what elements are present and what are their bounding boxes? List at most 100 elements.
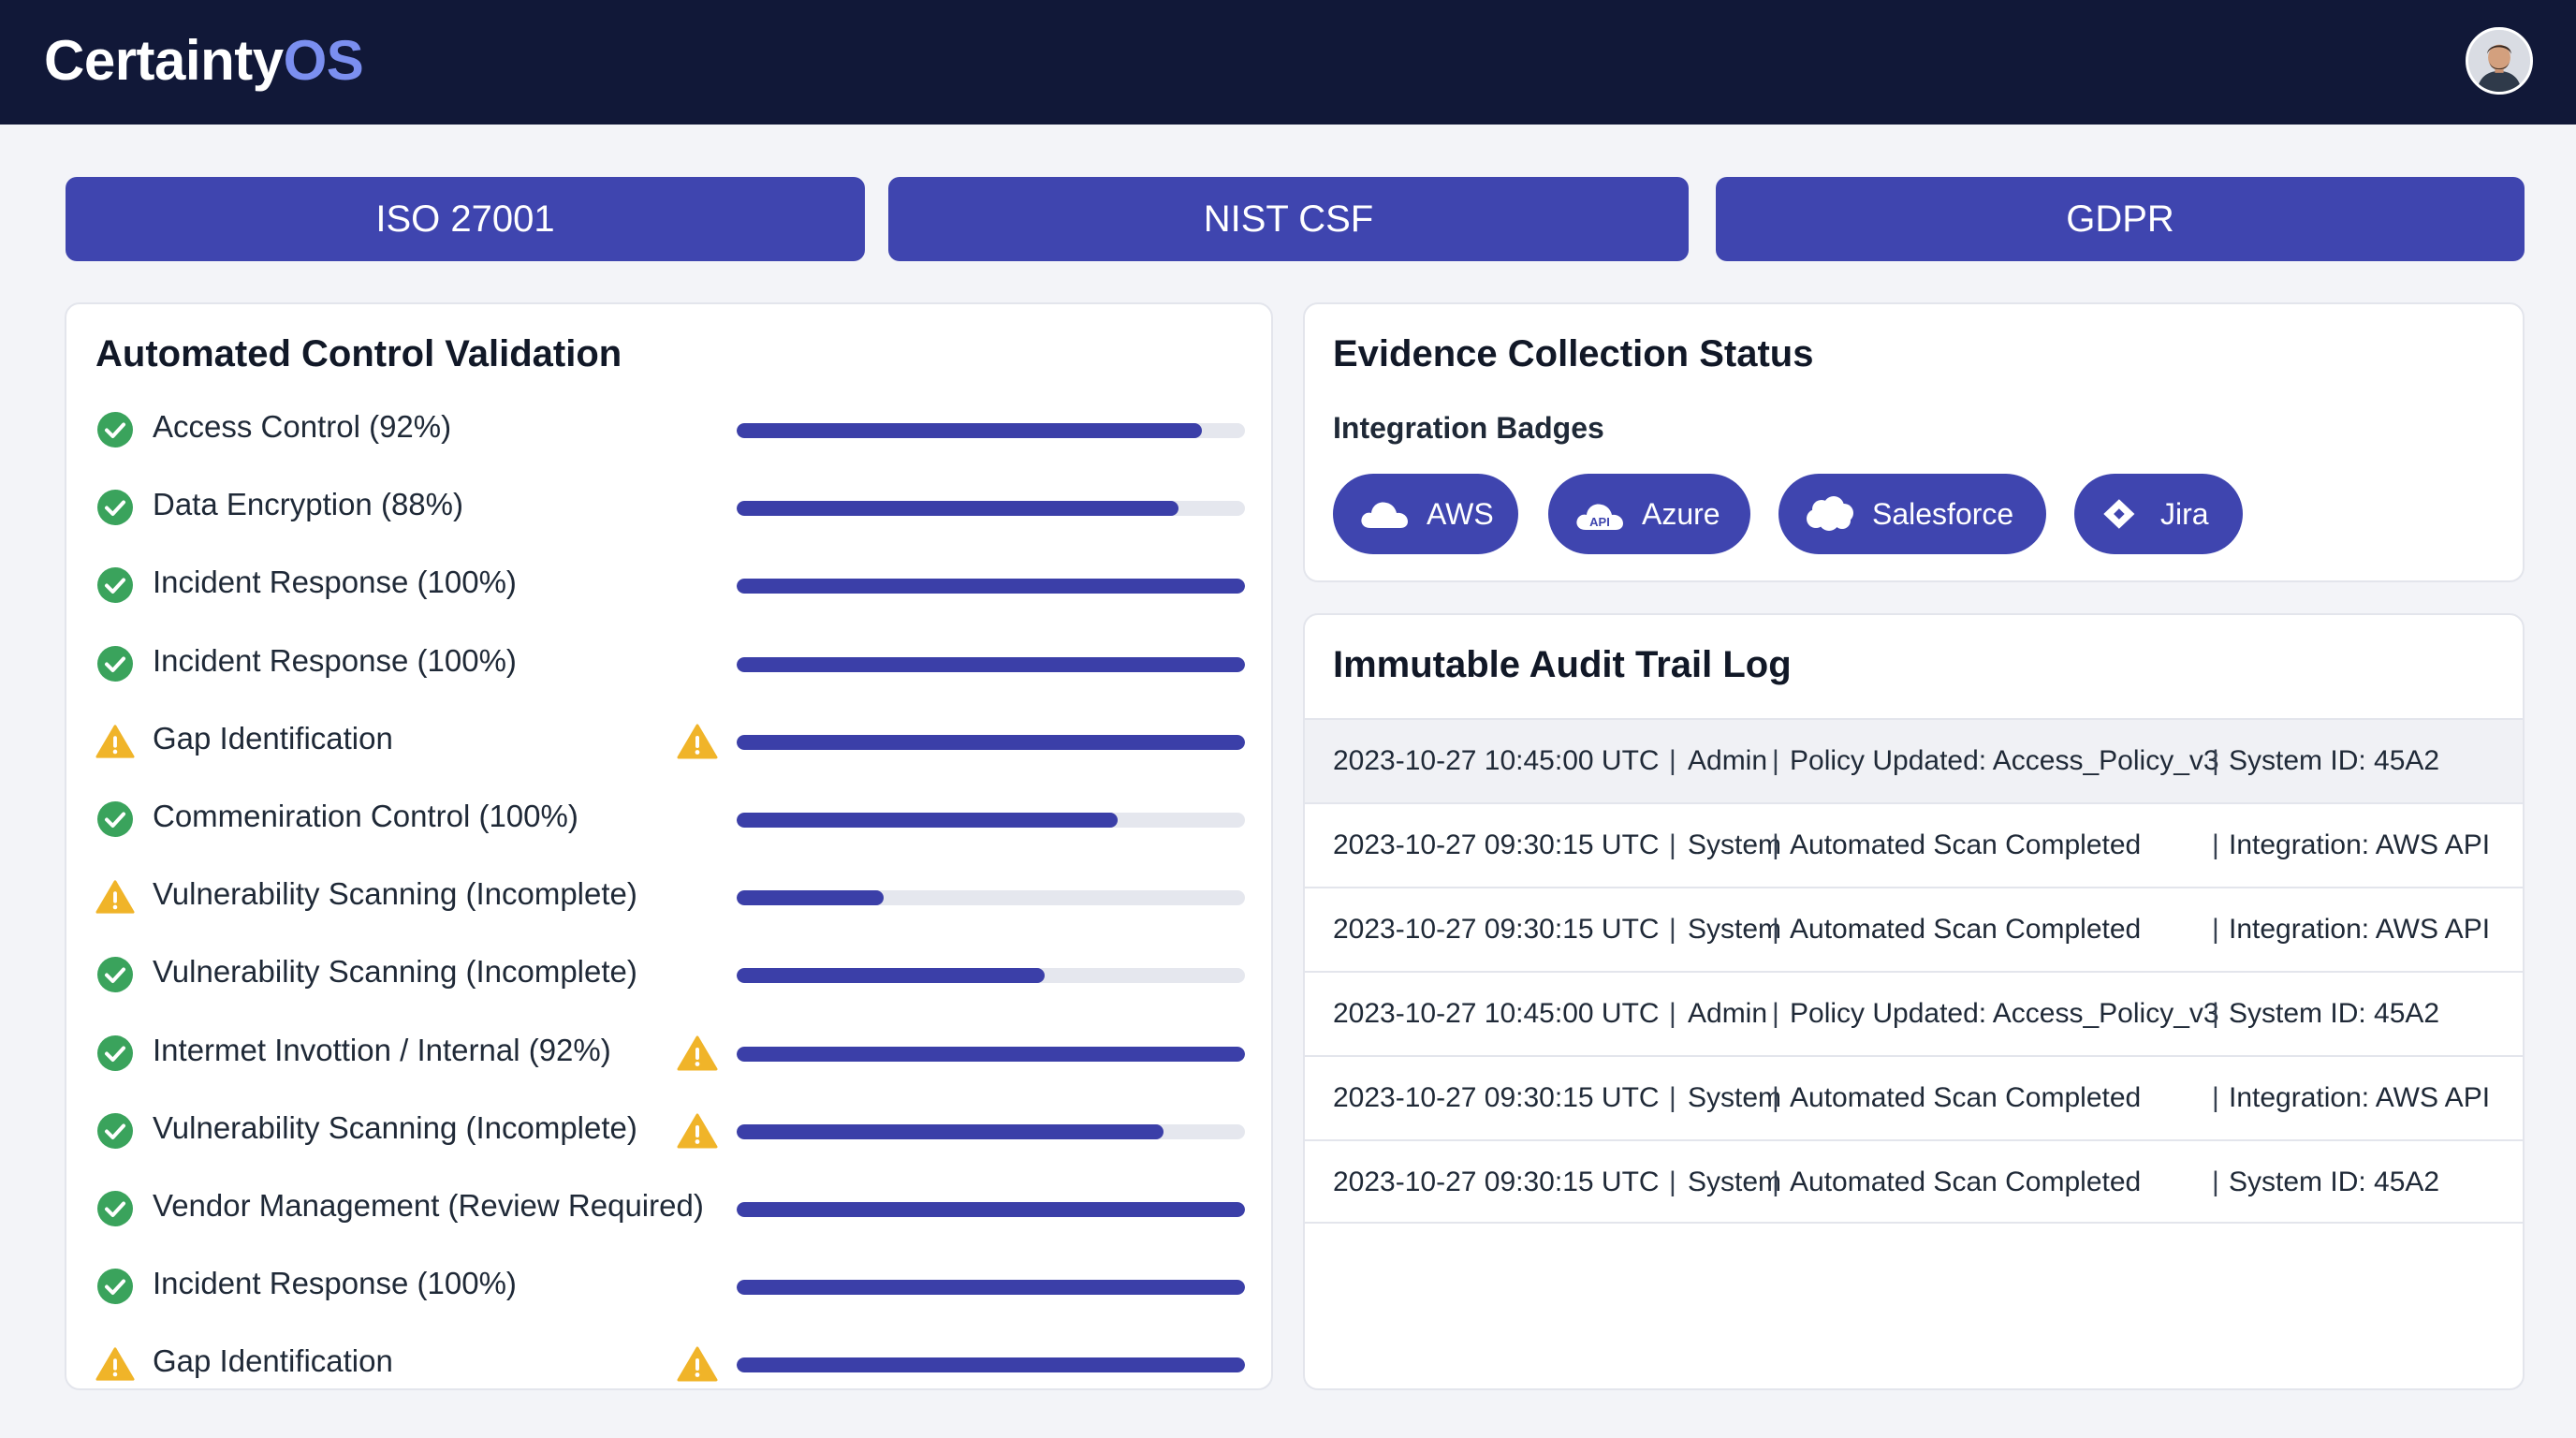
log-reference: System ID: 45A2 <box>2229 1167 2440 1197</box>
log-reference: System ID: 45A2 <box>2229 745 2440 776</box>
control-row[interactable]: Data Encryption (88%) <box>66 479 1271 536</box>
log-reference: System ID: 45A2 <box>2229 998 2440 1029</box>
log-separator: | <box>1772 745 1779 776</box>
badge-label-jira: Jira <box>2160 496 2209 531</box>
control-label: Vulnerability Scanning (Incomplete) <box>153 954 637 990</box>
log-timestamp: 2023-10-27 09:30:15 UTC <box>1333 914 1660 945</box>
integration-badge-azure[interactable]: API Azure <box>1548 474 1750 554</box>
control-validation-card: Automated Control Validation Access Cont… <box>65 302 1273 1390</box>
control-label: Incident Response (100%) <box>153 642 517 678</box>
log-separator: | <box>1772 998 1779 1029</box>
alert-icon[interactable] <box>677 1112 718 1150</box>
evidence-status-card: Evidence Collection Status Integration B… <box>1303 302 2525 582</box>
control-row[interactable]: Intermet Invottion / Internal (92%) <box>66 1025 1271 1081</box>
log-actor: System <box>1688 829 1782 860</box>
avatar[interactable] <box>2466 27 2533 95</box>
app-logo[interactable]: CertaintyOS <box>44 28 364 93</box>
log-separator: | <box>1772 1167 1779 1197</box>
progress-bar <box>737 501 1245 517</box>
cloud-icon <box>1361 502 1408 528</box>
audit-log-row[interactable]: 2023-10-27 09:30:15 UTC | System | Automated… <box>1305 802 2523 887</box>
brand-accent: OS <box>283 29 364 92</box>
warning-icon <box>95 1345 135 1383</box>
control-row[interactable]: Gap Identification <box>66 713 1271 770</box>
log-actor: System <box>1688 1082 1782 1113</box>
log-separator: | <box>2212 745 2219 776</box>
progress-bar-fill <box>737 1202 1245 1217</box>
integration-badge-salesforce[interactable]: Salesforce <box>1778 474 2046 554</box>
control-label: Commeniration Control (100%) <box>153 799 578 833</box>
tab-iso-27001[interactable]: ISO 27001 <box>66 177 865 261</box>
alert-icon[interactable] <box>677 723 718 760</box>
log-timestamp: 2023-10-27 10:45:00 UTC <box>1333 998 1660 1029</box>
log-reference: Integration: AWS API <box>2229 914 2491 945</box>
log-actor: System <box>1688 1167 1782 1197</box>
log-event: Policy Updated: Access_Policy_v3 <box>1790 745 2219 776</box>
log-reference: Integration: AWS API <box>2229 829 2491 860</box>
audit-log-row[interactable]: 2023-10-27 10:45:00 UTC | Admin | Policy Upd… <box>1305 718 2523 802</box>
audit-log-row[interactable]: 2023-10-27 09:30:15 UTC | System | Automated… <box>1305 1055 2523 1139</box>
log-timestamp: 2023-10-27 09:30:15 UTC <box>1333 829 1660 860</box>
audit-log-row[interactable]: 2023-10-27 09:30:15 UTC | System | Automated… <box>1305 1139 2523 1224</box>
tab-nist-csf[interactable]: NIST CSF <box>888 177 1689 261</box>
control-row[interactable]: Vulnerability Scanning (Incomplete) <box>66 1103 1271 1159</box>
progress-bar <box>737 579 1245 594</box>
check-circle-icon <box>95 1112 135 1150</box>
log-timestamp: 2023-10-27 09:30:15 UTC <box>1333 1082 1660 1113</box>
log-separator: | <box>2212 914 2219 945</box>
progress-bar-fill <box>737 890 885 906</box>
control-label: Intermet Invottion / Internal (92%) <box>153 1032 611 1067</box>
log-separator: | <box>2212 1082 2219 1113</box>
control-row[interactable]: Incident Response (100%) <box>66 557 1271 613</box>
log-separator: | <box>2212 1167 2219 1197</box>
control-row[interactable]: Gap Identification <box>66 1336 1271 1388</box>
progress-bar-fill <box>737 501 1179 517</box>
badge-label-salesforce: Salesforce <box>1872 496 2014 531</box>
control-label: Gap Identification <box>153 720 393 756</box>
control-row[interactable]: Incident Response (100%) <box>66 636 1271 692</box>
progress-bar <box>737 656 1245 672</box>
progress-bar-fill <box>737 579 1245 594</box>
control-label: Access Control (92%) <box>153 409 452 444</box>
log-actor: Admin <box>1688 998 1768 1029</box>
log-separator: | <box>1669 914 1676 945</box>
log-separator: | <box>1669 1167 1676 1197</box>
log-event: Automated Scan Completed <box>1790 914 2142 945</box>
check-circle-icon <box>95 956 135 993</box>
log-separator: | <box>2212 829 2219 860</box>
log-actor: System <box>1688 914 1782 945</box>
integration-badges-heading: Integration Badges <box>1333 411 1604 445</box>
jira-icon <box>2103 499 2135 529</box>
control-label: Vulnerability Scanning (Incomplete) <box>153 1109 637 1145</box>
alert-icon[interactable] <box>677 1034 718 1072</box>
alert-icon[interactable] <box>677 1345 718 1383</box>
log-separator: | <box>1772 914 1779 945</box>
check-circle-icon <box>95 411 135 448</box>
integration-badge-aws[interactable]: AWS <box>1333 474 1518 554</box>
control-row[interactable]: Incident Response (100%) <box>66 1258 1271 1314</box>
control-row[interactable]: Vulnerability Scanning (Incomplete) <box>66 946 1271 1003</box>
control-row[interactable]: Vendor Management (Review Required) <box>66 1181 1271 1237</box>
progress-bar-fill <box>737 1357 1245 1373</box>
progress-bar-fill <box>737 1046 1245 1062</box>
control-row[interactable]: Commeniration Control (100%) <box>66 791 1271 847</box>
log-event: Automated Scan Completed <box>1790 1082 2142 1113</box>
check-circle-icon <box>95 1190 135 1227</box>
audit-trail-title: Immutable Audit Trail Log <box>1333 644 1792 685</box>
control-validation-title: Automated Control Validation <box>95 333 622 374</box>
control-label: Data Encryption (88%) <box>153 487 463 522</box>
audit-log-row[interactable]: 2023-10-27 10:45:00 UTC | Admin | Policy Upd… <box>1305 971 2523 1055</box>
progress-bar <box>737 1280 1245 1296</box>
evidence-status-title: Evidence Collection Status <box>1333 333 1814 374</box>
control-row[interactable]: Vulnerability Scanning (Incomplete) <box>66 869 1271 925</box>
integration-badge-jira[interactable]: Jira <box>2074 474 2243 554</box>
badge-label-azure: Azure <box>1642 496 1720 531</box>
badge-label-aws: AWS <box>1427 496 1494 531</box>
tab-gdpr[interactable]: GDPR <box>1716 177 2525 261</box>
progress-bar <box>737 813 1245 828</box>
audit-log-row[interactable]: 2023-10-27 09:30:15 UTC | System | Automated… <box>1305 887 2523 971</box>
control-label: Gap Identification <box>153 1343 393 1379</box>
control-row[interactable]: Access Control (92%) <box>66 402 1271 458</box>
progress-bar <box>737 1046 1245 1062</box>
top-nav-bar: CertaintyOS <box>0 0 2576 125</box>
